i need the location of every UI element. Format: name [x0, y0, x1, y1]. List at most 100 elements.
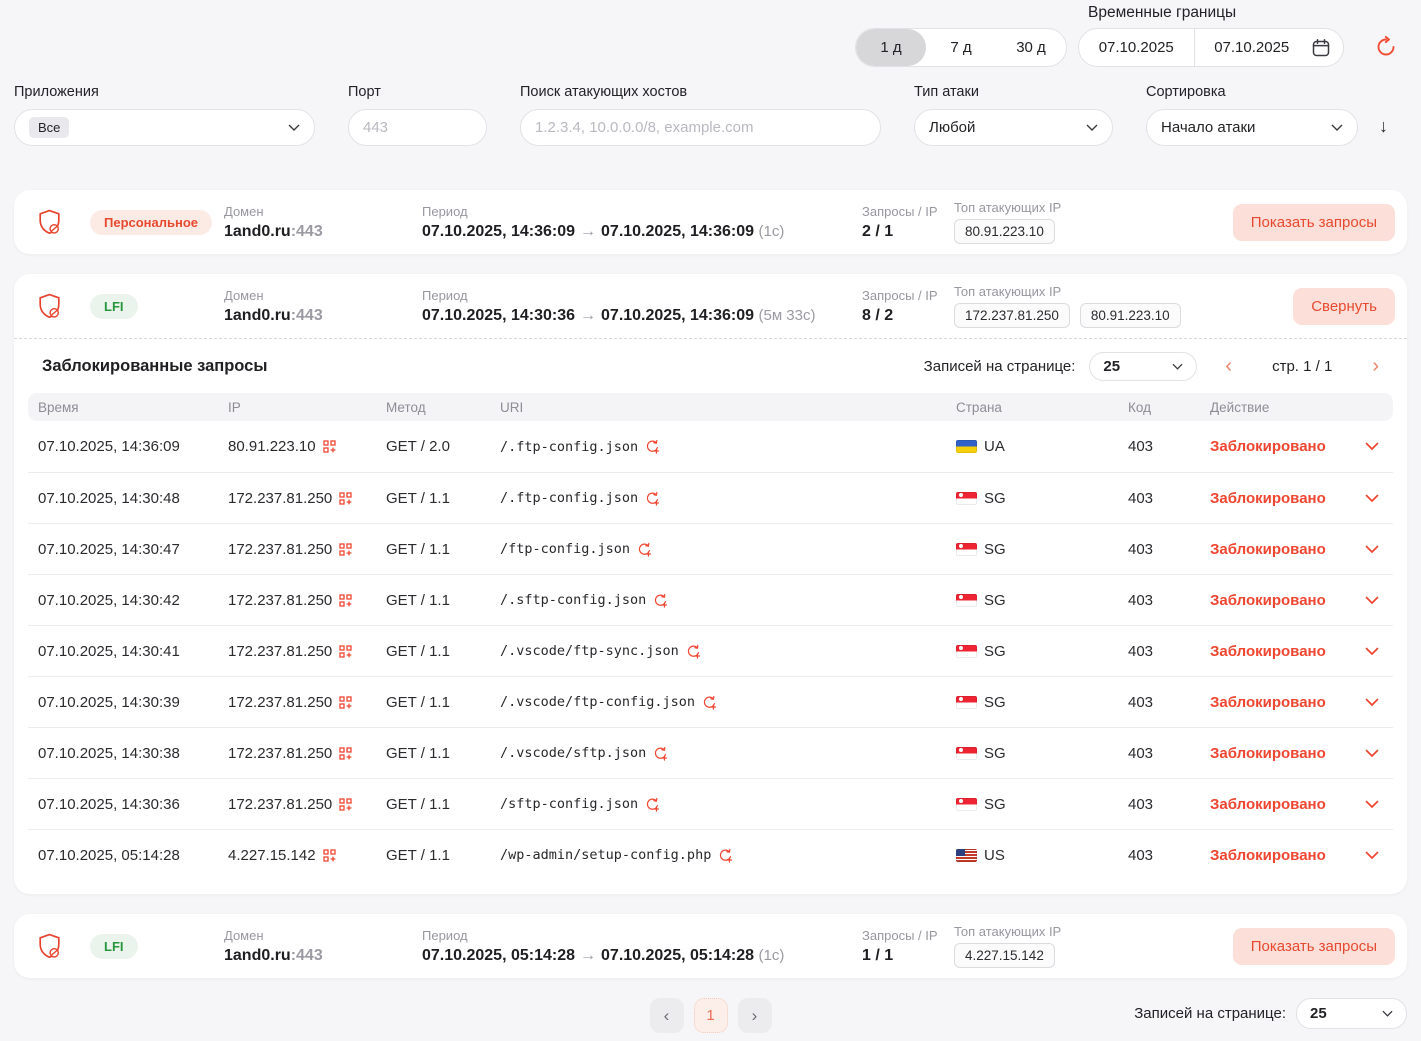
- period-start: 07.10.2025, 14:30:36: [422, 307, 575, 324]
- ip-details-icon[interactable]: [339, 594, 352, 607]
- add-rule-icon[interactable]: [718, 848, 733, 863]
- request-method: GET / 1.1: [386, 694, 500, 711]
- request-time: 07.10.2025, 14:30:42: [38, 592, 228, 609]
- col-uri: URI: [500, 400, 956, 415]
- filter-applications: Приложения Все: [14, 84, 315, 146]
- add-rule-icon[interactable]: [653, 593, 668, 608]
- current-page-button[interactable]: 1: [694, 998, 728, 1033]
- blocked-requests-section: Заблокированные запросы Записей на стран…: [14, 339, 1407, 894]
- country-code: SG: [984, 745, 1006, 762]
- chevron-down-icon: [1382, 1010, 1393, 1017]
- date-from-field[interactable]: 07.10.2025: [1079, 39, 1194, 56]
- attack-card-1: Персональное Домен 1and0.ru:443 Период 0…: [14, 190, 1407, 254]
- top-ip-chip[interactable]: 172.237.81.250: [954, 303, 1070, 328]
- preset-7d[interactable]: 7 д: [926, 29, 996, 66]
- country-code: SG: [984, 541, 1006, 558]
- ip-details-icon[interactable]: [323, 849, 336, 862]
- sort-direction-icon[interactable]: ↓: [1379, 116, 1388, 137]
- request-method: GET / 1.1: [386, 796, 500, 813]
- response-code: 403: [1128, 643, 1210, 660]
- country-code: SG: [984, 796, 1006, 813]
- ip-details-icon[interactable]: [339, 798, 352, 811]
- request-uri: /.vscode/ftp-sync.json: [500, 643, 679, 659]
- action-cell[interactable]: Заблокировано: [1210, 847, 1383, 864]
- calendar-icon[interactable]: [1309, 38, 1343, 58]
- preset-30d[interactable]: 30 д: [996, 29, 1066, 66]
- action-cell[interactable]: Заблокировано: [1210, 541, 1383, 558]
- applications-value-chip[interactable]: Все: [29, 117, 69, 138]
- request-uri: /.ftp-config.json: [500, 490, 638, 506]
- action-cell[interactable]: Заблокировано: [1210, 592, 1383, 609]
- preset-1d[interactable]: 1 д: [856, 29, 926, 66]
- ip-details-icon[interactable]: [339, 747, 352, 760]
- country-cell: SG: [956, 490, 1128, 507]
- table-row: 07.10.2025, 14:30:41 172.237.81.250 GET …: [28, 625, 1393, 676]
- attack-type-badge: LFI: [90, 294, 138, 319]
- domain-value: 1and0.ru: [224, 223, 291, 240]
- table-row: 07.10.2025, 14:30:47 172.237.81.250 GET …: [28, 523, 1393, 574]
- add-rule-icon[interactable]: [702, 695, 717, 710]
- applications-select[interactable]: Все: [14, 109, 315, 146]
- period-duration: (1с): [758, 947, 784, 964]
- toggle-requests-button[interactable]: Показать запросы: [1233, 204, 1395, 241]
- action-cell[interactable]: Заблокировано: [1210, 745, 1383, 762]
- blocked-status: Заблокировано: [1210, 592, 1326, 609]
- arrow-right-icon: →: [575, 947, 601, 964]
- next-page-button[interactable]: ›: [738, 998, 772, 1033]
- port-input[interactable]: [363, 119, 472, 136]
- period-label: Период: [422, 288, 862, 303]
- per-page-select[interactable]: 25: [1089, 352, 1197, 381]
- country-code: SG: [984, 643, 1006, 660]
- domain-block: Домен 1and0.ru:443: [224, 204, 408, 241]
- date-range-picker[interactable]: 07.10.2025 07.10.2025: [1078, 28, 1344, 67]
- ip-details-icon[interactable]: [339, 543, 352, 556]
- shield-blocked-icon: [38, 933, 62, 959]
- action-cell[interactable]: Заблокировано: [1210, 643, 1383, 660]
- response-code: 403: [1128, 438, 1210, 455]
- top-ip-chip[interactable]: 80.91.223.10: [954, 219, 1055, 244]
- toggle-requests-button[interactable]: Свернуть: [1293, 288, 1395, 325]
- search-input[interactable]: [535, 119, 866, 136]
- ip-details-icon[interactable]: [339, 696, 352, 709]
- add-rule-icon[interactable]: [645, 797, 660, 812]
- action-cell[interactable]: Заблокировано: [1210, 796, 1383, 813]
- ip-details-icon[interactable]: [323, 440, 336, 453]
- prev-page-button[interactable]: ‹: [650, 998, 684, 1033]
- top-ips-label: Топ атакующих IP: [954, 284, 1293, 299]
- action-cell[interactable]: Заблокировано: [1210, 490, 1383, 507]
- ip-details-icon[interactable]: [339, 645, 352, 658]
- add-rule-icon[interactable]: [645, 491, 660, 506]
- arrow-right-icon: →: [575, 223, 601, 240]
- top-ip-chip[interactable]: 80.91.223.10: [1080, 303, 1181, 328]
- date-to-field[interactable]: 07.10.2025: [1195, 39, 1310, 56]
- blocked-status: Заблокировано: [1210, 541, 1326, 558]
- prev-page-icon[interactable]: ‹: [1211, 356, 1246, 376]
- chevron-down-icon: [1365, 647, 1379, 656]
- domain-port: :443: [291, 947, 323, 964]
- country-flag: [956, 594, 977, 607]
- top-ip-chip[interactable]: 4.227.15.142: [954, 943, 1055, 968]
- ip-details-icon[interactable]: [339, 492, 352, 505]
- next-page-icon[interactable]: ›: [1358, 356, 1393, 376]
- per-page-select-bottom[interactable]: 25: [1296, 998, 1407, 1029]
- action-cell[interactable]: Заблокировано: [1210, 694, 1383, 711]
- page-indicator: стр. 1 / 1: [1260, 358, 1344, 375]
- requests-value: 2 / 1: [862, 223, 954, 241]
- refresh-icon[interactable]: [1375, 36, 1397, 58]
- action-cell[interactable]: Заблокировано: [1210, 438, 1383, 455]
- request-method: GET / 1.1: [386, 592, 500, 609]
- add-rule-icon[interactable]: [637, 542, 652, 557]
- add-rule-icon[interactable]: [653, 746, 668, 761]
- sorting-select[interactable]: Начало атаки: [1146, 109, 1358, 146]
- add-rule-icon[interactable]: [645, 439, 660, 454]
- attack-type-label: Тип атаки: [914, 84, 1113, 100]
- add-rule-icon[interactable]: [686, 644, 701, 659]
- request-time: 07.10.2025, 14:30:47: [38, 541, 228, 558]
- sorting-value: Начало атаки: [1161, 119, 1255, 136]
- requests-block: Запросы / IP 2 / 1: [862, 204, 954, 241]
- toggle-requests-button[interactable]: Показать запросы: [1233, 928, 1395, 965]
- chevron-down-icon: [1365, 545, 1379, 554]
- attack-type-select[interactable]: Любой: [914, 109, 1113, 146]
- requests-value: 8 / 2: [862, 307, 954, 325]
- request-uri-cell: /.ftp-config.json: [500, 439, 956, 455]
